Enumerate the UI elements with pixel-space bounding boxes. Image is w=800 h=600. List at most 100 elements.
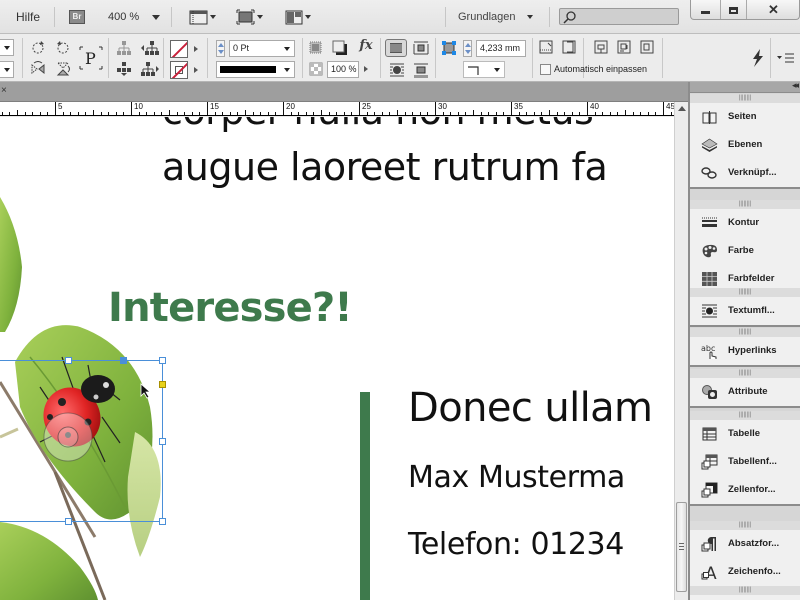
screen-mode-button[interactable] — [236, 9, 266, 25]
corner-size-field[interactable]: 4,233 mm — [476, 40, 526, 57]
fill-frame-button[interactable] — [616, 39, 632, 55]
panel-group-grip[interactable]: |||||||| — [690, 411, 800, 420]
select-container-button[interactable] — [116, 40, 132, 56]
scroll-up-arrow-icon[interactable] — [678, 106, 686, 111]
fill-menu-arrow[interactable] — [194, 46, 198, 52]
panel-item-table-styles[interactable]: Tabellenf... — [690, 448, 800, 476]
panel-item-label: Zeichenfo... — [728, 566, 781, 577]
body-text-line[interactable]: augue laoreet rutrum fa — [162, 145, 608, 189]
opacity-field[interactable]: 100 % — [327, 61, 359, 78]
panel-item-cell-styles[interactable]: Zellenfor... — [690, 476, 800, 504]
selection-frame[interactable] — [0, 357, 166, 525]
text-wrap-bounding-button[interactable] — [413, 40, 429, 56]
resize-handle-bottom[interactable] — [65, 518, 72, 525]
panel-group-grip[interactable]: |||||||| — [690, 200, 800, 209]
arrange-documents-button[interactable] — [285, 9, 315, 25]
effects-button[interactable]: fx — [356, 38, 376, 54]
resize-handle-top-right[interactable] — [159, 357, 166, 364]
reference-point-button[interactable]: P — [79, 46, 103, 70]
contact-text-line[interactable]: Telefon: 01234 — [408, 527, 624, 562]
panel-group-grip[interactable]: |||||||| — [690, 288, 800, 297]
rotate-ccw-button[interactable] — [55, 40, 71, 56]
fill-swatch[interactable] — [170, 40, 188, 58]
fit-content-proportional-button[interactable] — [639, 39, 655, 55]
panel-item-attributes[interactable]: Attribute — [690, 378, 800, 406]
ladybug-image[interactable] — [0, 117, 200, 600]
panel-group-grip[interactable]: |||||||| — [690, 369, 800, 378]
select-next-button[interactable] — [140, 61, 160, 77]
live-corner-handle[interactable] — [159, 381, 166, 388]
drop-shadow-button[interactable] — [308, 40, 324, 56]
fit-content-frame-button[interactable] — [538, 39, 554, 55]
contact-text-line[interactable]: Max Musterma — [408, 460, 625, 495]
auto-fit-checkbox[interactable] — [540, 64, 551, 75]
panel-item-hyperlinks[interactable]: abc Hyperlinks — [690, 337, 800, 365]
flip-vertical-button[interactable] — [55, 61, 71, 77]
text-wrap-jump-button[interactable] — [413, 62, 429, 79]
ruler-tick — [511, 112, 512, 115]
close-button[interactable]: ✕ — [747, 0, 800, 19]
swatches-icon — [701, 271, 718, 287]
corner-options-button[interactable] — [441, 40, 457, 56]
resize-handle-right[interactable] — [159, 438, 166, 445]
panel-group-grip[interactable]: |||||||| — [690, 328, 800, 337]
panel-group-grip[interactable]: |||||||| — [690, 94, 800, 103]
text-wrap-object-button[interactable] — [389, 62, 405, 78]
maximize-button[interactable] — [721, 0, 747, 19]
panel-item-pages[interactable]: Seiten — [690, 103, 800, 131]
opacity-menu-arrow[interactable] — [364, 66, 368, 72]
panel-item-table[interactable]: Tabelle — [690, 420, 800, 448]
quick-apply-button[interactable] — [750, 49, 766, 67]
stroke-weight-field[interactable]: 0 Pt — [229, 40, 295, 57]
panel-item-label: Ebenen — [728, 139, 763, 150]
minimize-button[interactable] — [691, 0, 721, 19]
bridge-button[interactable]: Br — [69, 10, 85, 24]
select-previous-button[interactable] — [140, 40, 160, 56]
panel-item-label: Zellenfor... — [728, 484, 776, 495]
stroke-type-dropdown[interactable] — [216, 61, 295, 78]
flip-horizontal-button[interactable] — [30, 61, 46, 77]
horizontal-ruler[interactable]: 5 10 15 20 25 30 35 40 45 — [0, 102, 674, 116]
stroke-weight-stepper[interactable] — [216, 40, 225, 57]
stroke-menu-arrow[interactable] — [194, 67, 198, 73]
rotate-cw-button[interactable] — [30, 40, 46, 56]
menu-help[interactable]: Hilfe — [16, 0, 40, 34]
stroke-swatch[interactable] — [170, 61, 188, 79]
zoom-level-dropdown[interactable]: 400 % — [108, 0, 161, 34]
workspace-switcher[interactable]: Grundlagen — [458, 0, 533, 34]
corner-shape-dropdown[interactable] — [463, 61, 505, 78]
corner-size-stepper[interactable] — [463, 40, 472, 57]
anchor-handle[interactable] — [120, 357, 127, 364]
body-text-line[interactable]: corper nulla non metus — [162, 117, 594, 133]
select-content-button[interactable] — [116, 61, 132, 77]
panel-menu-button[interactable] — [776, 51, 796, 65]
vertical-scrollbar[interactable] — [674, 102, 688, 600]
search-input[interactable] — [559, 8, 679, 25]
contact-text-line[interactable]: Donec ullam — [408, 385, 653, 431]
panel-item-links[interactable]: Verknüpf... — [690, 159, 800, 187]
panel-group-grip[interactable]: |||||||| — [690, 521, 800, 530]
reference-dropdown-2[interactable] — [0, 61, 14, 78]
panel-item-color[interactable]: Farbe — [690, 237, 800, 265]
fit-frame-content-button[interactable] — [561, 39, 577, 55]
resize-handle-bottom-right[interactable] — [159, 518, 166, 525]
ruler-tick — [663, 112, 664, 115]
heading-text[interactable]: Interesse?! — [108, 285, 353, 331]
document-canvas[interactable]: corper nulla non metus augue laoreet rut… — [0, 117, 674, 600]
panel-item-paragraph-styles[interactable]: Absatzfor... — [690, 530, 800, 558]
panel-item-text-wrap[interactable]: Textumfl... — [690, 297, 800, 325]
panel-item-stroke[interactable]: Kontur — [690, 209, 800, 237]
panel-group-grip[interactable]: |||||||| — [690, 586, 800, 595]
reference-dropdown-1[interactable] — [0, 39, 14, 56]
panel-item-layers[interactable]: Ebenen — [690, 131, 800, 159]
text-wrap-none-button[interactable] — [385, 39, 407, 57]
resize-handle-top[interactable] — [65, 357, 72, 364]
scrollbar-thumb[interactable] — [676, 502, 687, 592]
panel-item-character-styles[interactable]: A Zeichenfo... — [690, 558, 800, 586]
ruler-tick — [367, 112, 368, 115]
close-tab-icon[interactable]: × — [1, 85, 7, 96]
shadow-button[interactable] — [332, 40, 348, 56]
collapse-dock-icon[interactable]: ◂◂ — [792, 80, 799, 91]
view-options-button[interactable] — [189, 9, 219, 25]
center-content-button[interactable] — [593, 39, 609, 55]
